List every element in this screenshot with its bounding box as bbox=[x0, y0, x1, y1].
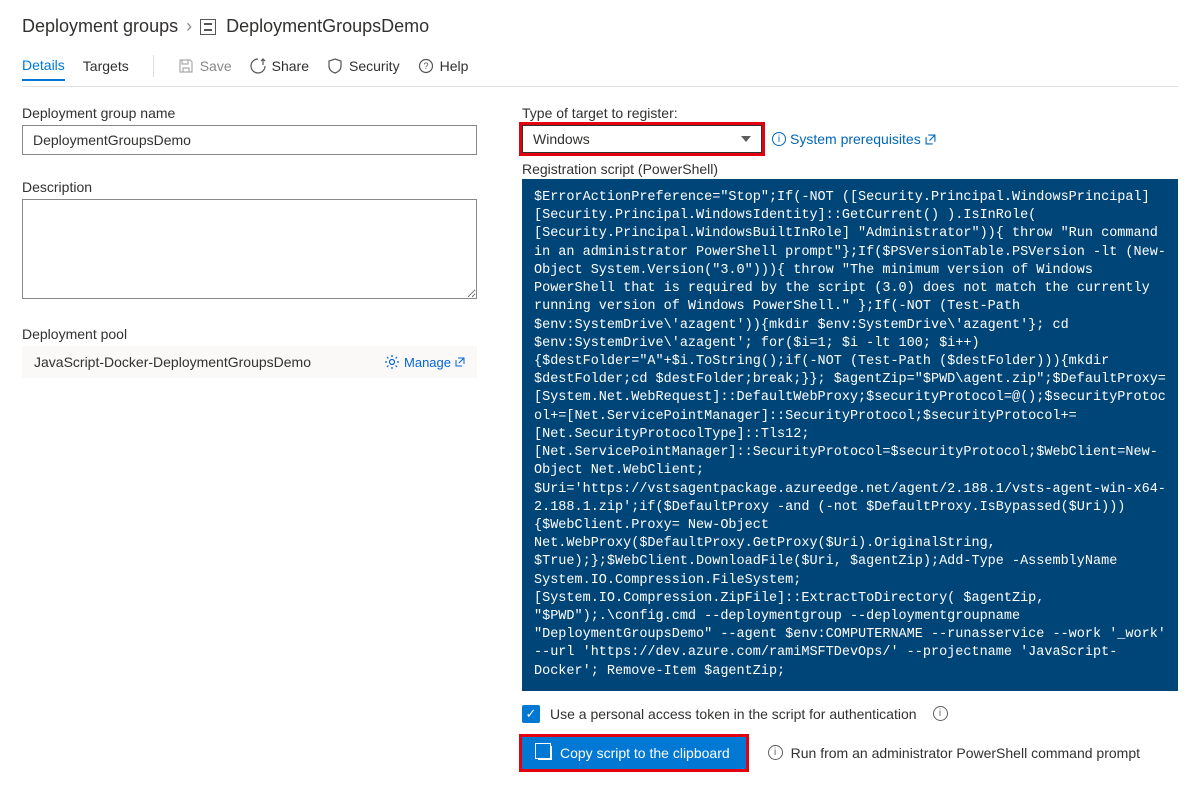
chevron-right-icon: › bbox=[186, 16, 192, 37]
script-label: Registration script (PowerShell) bbox=[522, 161, 1178, 177]
copy-script-button[interactable]: Copy script to the clipboard bbox=[522, 737, 746, 769]
pat-checkbox[interactable]: ✓ bbox=[522, 705, 540, 723]
prerequisites-label: System prerequisites bbox=[790, 131, 921, 147]
page-title: DeploymentGroupsDemo bbox=[226, 16, 429, 37]
help-button[interactable]: ? Help bbox=[418, 58, 469, 74]
chevron-down-icon bbox=[741, 136, 751, 142]
external-link-icon bbox=[455, 357, 465, 367]
name-label: Deployment group name bbox=[22, 105, 482, 121]
pat-label: Use a personal access token in the scrip… bbox=[550, 706, 917, 722]
share-label: Share bbox=[272, 58, 309, 74]
target-type-select[interactable]: Windows bbox=[522, 125, 762, 153]
security-label: Security bbox=[349, 58, 400, 74]
save-icon bbox=[178, 58, 194, 74]
description-input[interactable] bbox=[22, 199, 477, 299]
info-icon: i bbox=[772, 132, 786, 146]
pool-value: JavaScript-Docker-DeploymentGroupsDemo bbox=[34, 354, 311, 370]
prerequisites-link[interactable]: i System prerequisites bbox=[772, 131, 936, 147]
info-icon[interactable]: i bbox=[933, 706, 948, 721]
save-button[interactable]: Save bbox=[178, 58, 232, 74]
script-box[interactable]: $ErrorActionPreference="Stop";If(-NOT ([… bbox=[522, 179, 1178, 691]
manage-link[interactable]: Manage bbox=[384, 354, 465, 370]
breadcrumb-parent[interactable]: Deployment groups bbox=[22, 16, 178, 37]
share-button[interactable]: Share bbox=[250, 58, 309, 74]
security-button[interactable]: Security bbox=[327, 58, 400, 74]
manage-label: Manage bbox=[404, 355, 451, 370]
tab-targets[interactable]: Targets bbox=[83, 52, 129, 80]
share-icon bbox=[250, 58, 266, 74]
info-icon: i bbox=[768, 745, 783, 760]
description-label: Description bbox=[22, 179, 482, 195]
svg-text:?: ? bbox=[423, 61, 428, 71]
shield-icon bbox=[327, 58, 343, 74]
target-type-value: Windows bbox=[533, 131, 590, 147]
external-link-icon bbox=[925, 134, 936, 145]
name-input[interactable] bbox=[22, 125, 477, 155]
copy-icon bbox=[538, 746, 552, 760]
toolbar: Details Targets Save Share Security ? He… bbox=[22, 51, 1178, 87]
toolbar-divider bbox=[153, 55, 154, 77]
group-icon bbox=[200, 19, 216, 35]
help-label: Help bbox=[440, 58, 469, 74]
help-icon: ? bbox=[418, 58, 434, 74]
gear-icon bbox=[384, 354, 400, 370]
save-label: Save bbox=[200, 58, 232, 74]
type-label: Type of target to register: bbox=[522, 105, 1178, 121]
breadcrumb: Deployment groups › DeploymentGroupsDemo bbox=[22, 16, 1178, 37]
pool-label: Deployment pool bbox=[22, 326, 482, 342]
tab-details[interactable]: Details bbox=[22, 51, 65, 81]
